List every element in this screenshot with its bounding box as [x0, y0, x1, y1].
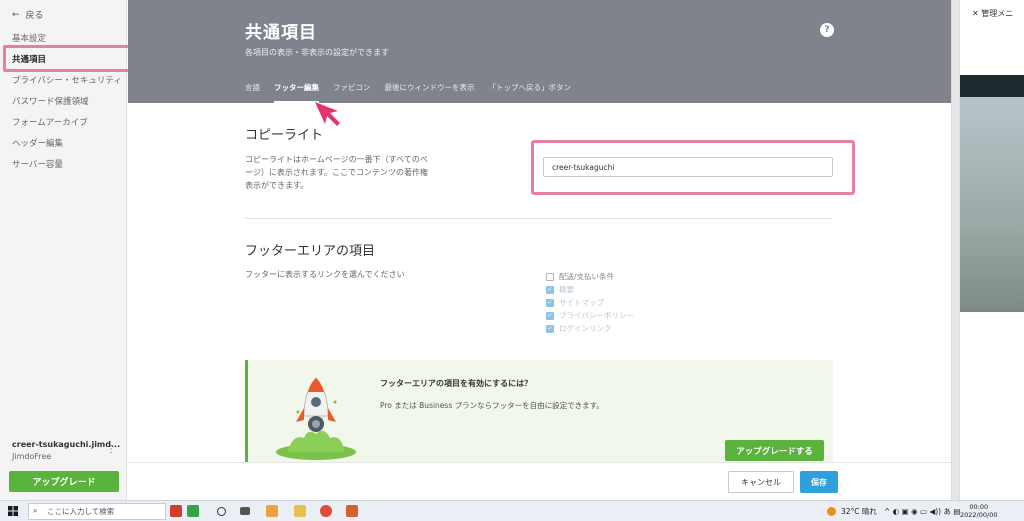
footer-area-title: フッターエリアの項目 [245, 244, 376, 259]
chrome-icon[interactable] [320, 505, 332, 517]
checkbox-label: サイトマップ [559, 298, 604, 307]
cancel-button[interactable]: キャンセル [728, 471, 794, 493]
back-label: 戻る [25, 11, 44, 21]
rocket-illustration [276, 377, 356, 460]
checkbox-label: 配送/支払い条件 [559, 272, 615, 281]
tab-bar: 言語 フッター編集 ファビコン 最後にウィンドウーを表示 「トップへ戻る」ボタン [245, 82, 585, 103]
right-panel-title: 管理メニ [981, 9, 1014, 18]
sidebar-item-basic-settings[interactable]: 基本設定 [12, 32, 46, 44]
task-view-icon[interactable] [240, 507, 250, 515]
system-tray-icons[interactable]: ^ ◐ ▣ ◉ ▭ ◀)) あ ▤ [884, 506, 960, 517]
tab-language[interactable]: 言語 [245, 82, 260, 103]
weather-icon[interactable] [827, 507, 836, 516]
checkbox-login-link[interactable]: ✓ ログインリンク [546, 322, 634, 335]
weather-text: 32°C 晴れ [841, 507, 877, 516]
highlight-annotation-sidebar [3, 45, 146, 72]
cortana-icon[interactable] [217, 507, 226, 516]
clock-time: 00:00 [969, 503, 989, 511]
save-button[interactable]: 保存 [800, 471, 838, 493]
help-icon[interactable]: ? [820, 23, 834, 37]
upgrade-promo-card: フッターエリアの項目を有効にするには？ Pro または Business プラン… [245, 360, 833, 462]
back-link[interactable]: ← 戻る [12, 8, 44, 22]
promo-title: フッターエリアの項目を有効にするには？ [380, 379, 533, 388]
app-icon-2[interactable] [187, 505, 199, 517]
checkbox-shipping-terms[interactable]: 配送/支払い条件 [546, 270, 634, 283]
footer-links-checklist: 配送/支払い条件 ✓ 概要 ✓ サイトマップ ✓ プライバシーポリシー ✓ ログ… [546, 270, 634, 335]
clock[interactable]: 00:00 2022/00/00 [960, 503, 997, 519]
copyright-title: コピーライト [245, 128, 324, 143]
preview-dark-bar [960, 75, 1024, 97]
clock-date: 2022/00/00 [960, 511, 998, 519]
app-icon-1[interactable] [170, 505, 182, 517]
main-panel: 共通項目 各項目の表示・非表示の設定ができます ? 言語 フッター編集 ファビコ… [128, 0, 951, 500]
account-name: creer-tsukaguchi.jimd... [12, 440, 121, 449]
upgrade-button[interactable]: アップグレードする [725, 440, 824, 461]
preview-image [960, 97, 1024, 312]
action-bar: キャンセル 保存 [128, 462, 951, 500]
footer-area-description: フッターに表示するリンクを選んでください [245, 270, 405, 279]
sidebar-item-header-edit[interactable]: ヘッダー編集 [12, 137, 63, 149]
sidebar-item-privacy-security[interactable]: プライバシー・セキュリティ [12, 74, 122, 86]
right-panel: ✕ 管理メニ [959, 0, 1024, 500]
taskbar-search-box[interactable]: ここに入力して検索 [28, 503, 166, 520]
section-divider [245, 218, 833, 219]
checkbox-checked-icon: ✓ [546, 324, 554, 333]
sidebar: ← 戻る 基本設定 共通項目 プライバシー・セキュリティ パスワード保護領域 フ… [0, 0, 127, 500]
sidebar-upgrade-button[interactable]: アップグレード [9, 471, 119, 492]
sidebar-item-password-area[interactable]: パスワード保護領域 [12, 95, 89, 107]
windows-start-icon[interactable] [8, 506, 18, 516]
checkbox-label: ログインリンク [559, 324, 612, 333]
search-icon: ⌕ [33, 506, 38, 515]
windows-taskbar: ここに入力して検索 ⌕ 32°C 晴れ ^ ◐ ▣ ◉ ▭ ◀)) あ ▤ 00… [0, 500, 1024, 521]
checkbox-about[interactable]: ✓ 概要 [546, 283, 634, 296]
plan-label: JimdoFree [12, 452, 52, 461]
promo-text: Pro または Business プランならフッターを自由に設定できます。 [380, 401, 604, 410]
scrollbar[interactable] [951, 0, 959, 500]
tab-back-to-top[interactable]: 「トップへ戻る」ボタン [489, 82, 572, 103]
checkbox-checked-icon: ✓ [546, 298, 554, 307]
sidebar-item-form-archive[interactable]: フォームアーカイブ [12, 116, 88, 128]
page-title: 共通項目 [245, 23, 317, 43]
checkbox-label: プライバシーポリシー [559, 311, 634, 320]
copyright-description: コピーライトはホームページの一番下（すべてのページ）に表示されます。ここでコンテ… [245, 155, 429, 190]
checkbox-privacy-policy[interactable]: ✓ プライバシーポリシー [546, 309, 634, 322]
arrow-left-icon: ← [12, 9, 20, 20]
sidebar-item-server-capacity[interactable]: サーバー容量 [12, 158, 63, 170]
checkbox-sitemap[interactable]: ✓ サイトマップ [546, 296, 634, 309]
checkbox-label: 概要 [559, 285, 574, 294]
folder-icon[interactable] [294, 505, 306, 517]
checkbox-checked-icon: ✓ [546, 285, 554, 294]
checkbox-unchecked-icon [546, 272, 554, 281]
copyright-input[interactable]: creer-tsukaguchi [543, 157, 833, 177]
tab-last-window[interactable]: 最後にウィンドウーを表示 [385, 82, 475, 103]
close-icon[interactable]: ✕ [972, 9, 979, 18]
right-panel-header: ✕ 管理メニ [972, 8, 1013, 19]
checkbox-checked-icon: ✓ [546, 311, 554, 320]
page-subtitle: 各項目の表示・非表示の設定ができます [245, 48, 389, 57]
app-icon-3[interactable] [266, 505, 278, 517]
more-options-icon[interactable]: ⋮ [106, 444, 116, 455]
app-icon-4[interactable] [346, 505, 358, 517]
page-header: 共通項目 各項目の表示・非表示の設定ができます ? 言語 フッター編集 ファビコ… [128, 0, 951, 103]
